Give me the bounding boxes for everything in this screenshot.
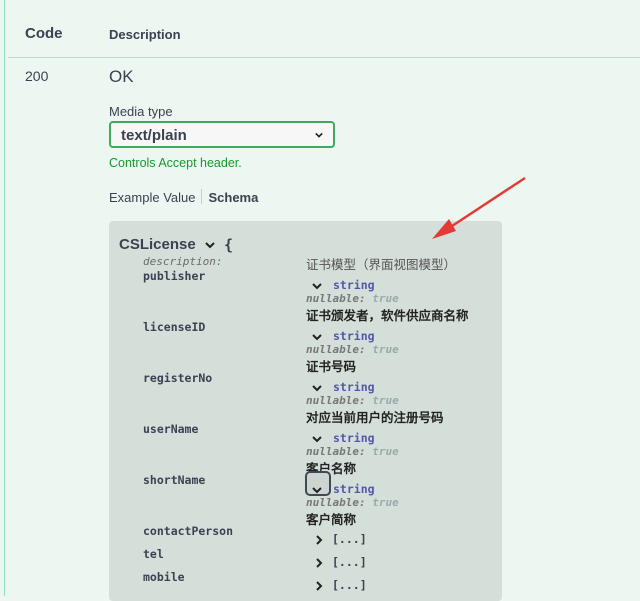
- type-label: string: [333, 482, 375, 496]
- nullable-shortname: nullable: true: [306, 496, 399, 509]
- header-divider: [8, 57, 640, 58]
- chevron-down-icon[interactable]: [312, 281, 322, 291]
- nullable-registerno: nullable: true: [306, 394, 399, 407]
- model-description-key: description:: [143, 255, 223, 268]
- property-name-registerno: registerNo: [143, 371, 213, 385]
- property-name-shortname: shortName: [143, 473, 206, 487]
- media-type-value: text/plain: [121, 127, 187, 144]
- property-name-mobile: mobile: [143, 570, 185, 584]
- property-name-contactperson: contactPerson: [143, 524, 234, 538]
- type-label: string: [333, 278, 375, 292]
- property-name-publisher: publisher: [143, 269, 206, 283]
- media-type-label: Media type: [109, 104, 173, 119]
- chevron-down-icon[interactable]: [312, 383, 322, 393]
- collapsed-value: [...]: [332, 555, 367, 569]
- description-column-header: Description: [109, 27, 181, 42]
- model-description-value: 证书模型（界面视图模型）: [306, 258, 457, 272]
- chevron-down-icon[interactable]: [312, 434, 322, 444]
- chevron-down-icon[interactable]: [312, 332, 322, 342]
- type-label: string: [333, 431, 375, 445]
- collapsed-value: [...]: [332, 578, 367, 592]
- example-schema-tabs: Example Value Schema: [109, 189, 258, 205]
- property-name-tel: tel: [143, 547, 164, 561]
- property-desc-shortname: 客户简称: [306, 513, 357, 527]
- chevron-right-icon: [316, 581, 323, 591]
- media-type-select[interactable]: text/plain: [109, 121, 335, 148]
- type-label: string: [333, 380, 375, 394]
- chevron-down-icon[interactable]: [312, 485, 322, 495]
- property-desc-registerno: 对应当前用户的注册号码: [306, 411, 444, 425]
- nullable-licenseid: nullable: true: [306, 343, 399, 356]
- code-column-header: Code: [25, 25, 63, 42]
- operation-left-border: [4, 0, 5, 596]
- property-desc-licenseid: 证书号码: [306, 360, 357, 374]
- model-collapse-chevron-icon[interactable]: [205, 240, 215, 250]
- nullable-publisher: nullable: true: [306, 292, 399, 305]
- type-label: string: [333, 329, 375, 343]
- response-code: 200: [25, 68, 49, 84]
- property-name-licenseid: licenseID: [143, 320, 206, 334]
- collapsed-value: [...]: [332, 532, 367, 546]
- tab-example-value[interactable]: Example Value: [109, 190, 195, 205]
- response-description: OK: [109, 67, 134, 86]
- property-name-username: userName: [143, 422, 199, 436]
- chevron-down-icon: [315, 132, 323, 138]
- nullable-username: nullable: true: [306, 445, 399, 458]
- chevron-right-icon: [316, 535, 323, 545]
- property-desc-publisher: 证书颁发者，软件供应商名称: [306, 309, 469, 323]
- tab-divider: [201, 189, 203, 204]
- model-open-brace: {: [224, 236, 234, 254]
- controls-accept-note: Controls Accept header.: [109, 156, 242, 170]
- model-title[interactable]: CSLicense: [119, 236, 196, 253]
- chevron-right-icon: [316, 558, 323, 568]
- tab-schema[interactable]: Schema: [208, 190, 258, 205]
